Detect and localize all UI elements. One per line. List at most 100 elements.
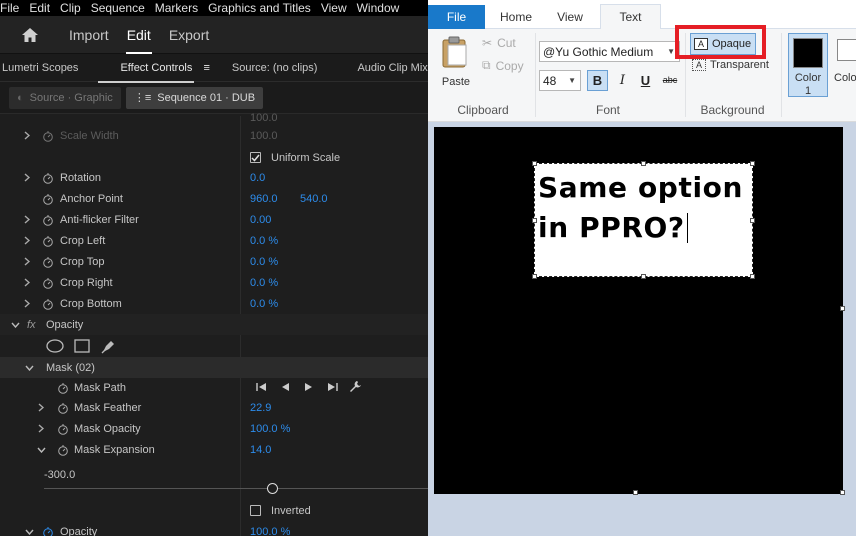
chevron-right-icon[interactable]: [22, 131, 32, 141]
resize-handle[interactable]: [641, 161, 646, 166]
mask-expansion-slider-track[interactable]: [44, 488, 428, 489]
paste-button[interactable]: Paste: [438, 35, 474, 88]
menu-view[interactable]: View: [317, 1, 357, 15]
crop-left-value[interactable]: 0.0 %: [250, 235, 278, 247]
menu-sequence[interactable]: Sequence: [87, 1, 155, 15]
workspace-import[interactable]: Import: [60, 27, 118, 43]
sequence-chip[interactable]: ⋮≡ Sequence 01 · DUB: [125, 86, 264, 109]
crop-bottom-value[interactable]: 0.0 %: [250, 298, 278, 310]
copy-button[interactable]: ⧉ Copy: [482, 58, 524, 73]
panel-menu-icon[interactable]: ≡: [203, 62, 209, 74]
chevron-right-icon[interactable]: [22, 173, 32, 183]
ellipse-mask-icon[interactable]: [46, 339, 64, 353]
scale-width-value[interactable]: 100.0: [250, 130, 278, 142]
mask-feather-value[interactable]: 22.9: [250, 402, 271, 414]
tab-home[interactable]: Home: [490, 5, 542, 29]
scale-height-value[interactable]: 100.0: [250, 112, 278, 124]
tab-source[interactable]: Source: (no clips): [220, 62, 328, 74]
stopwatch-icon[interactable]: [42, 298, 54, 310]
chevron-right-icon[interactable]: [22, 278, 32, 288]
mask-expansion-value[interactable]: 14.0: [250, 444, 271, 456]
tab-audio-clip-mixer[interactable]: Audio Clip Mixer: [327, 62, 428, 74]
resize-handle[interactable]: [750, 161, 755, 166]
menu-window[interactable]: Window: [353, 1, 410, 15]
workspace-export[interactable]: Export: [160, 27, 218, 43]
menu-edit[interactable]: Edit: [25, 1, 60, 15]
resize-handle[interactable]: [532, 218, 537, 223]
chevron-down-icon[interactable]: [36, 445, 46, 455]
inverted-checkbox[interactable]: [250, 505, 261, 516]
track-forward-frame-icon[interactable]: [327, 382, 339, 392]
mask-opacity-value[interactable]: 100.0 %: [250, 423, 290, 435]
stopwatch-icon[interactable]: [57, 382, 69, 394]
mask-02-header[interactable]: Mask (02): [0, 357, 428, 378]
stopwatch-icon[interactable]: [42, 235, 54, 247]
resize-handle[interactable]: [750, 274, 755, 279]
canvas-resize-handle[interactable]: [840, 490, 845, 495]
font-family-select[interactable]: @Yu Gothic Medium ▼: [539, 41, 680, 62]
opacity-effect-header[interactable]: fx Opacity: [0, 314, 428, 335]
crop-top-value[interactable]: 0.0 %: [250, 256, 278, 268]
chevron-right-icon[interactable]: [36, 403, 46, 413]
transparent-button[interactable]: A Transparent: [692, 59, 769, 71]
stopwatch-icon[interactable]: [42, 526, 54, 536]
stopwatch-icon[interactable]: [57, 444, 69, 456]
stopwatch-icon[interactable]: [42, 214, 54, 226]
stopwatch-icon[interactable]: [42, 130, 54, 142]
tab-effect-controls[interactable]: Effect Controls ≡: [88, 62, 219, 83]
drawing-canvas[interactable]: Same option in PPRO?: [434, 127, 843, 494]
tab-text[interactable]: Text: [600, 4, 661, 29]
source-graphic-chip[interactable]: ◐ Source · Graphic: [9, 86, 121, 109]
menu-clip[interactable]: Clip: [56, 1, 91, 15]
tab-view[interactable]: View: [544, 5, 596, 29]
chevron-right-icon[interactable]: [22, 257, 32, 267]
fx-badge[interactable]: fx: [27, 319, 36, 331]
chevron-right-icon[interactable]: [36, 424, 46, 434]
chevron-right-icon[interactable]: [22, 236, 32, 246]
stopwatch-icon[interactable]: [57, 402, 69, 414]
tab-file[interactable]: File: [428, 5, 485, 29]
stopwatch-icon[interactable]: [42, 256, 54, 268]
resize-handle[interactable]: [750, 218, 755, 223]
menu-markers[interactable]: Markers: [151, 1, 208, 15]
stopwatch-icon[interactable]: [57, 423, 69, 435]
chevron-down-icon[interactable]: [24, 527, 34, 536]
chevron-down-icon[interactable]: [24, 363, 34, 373]
color2-button[interactable]: Colo: [834, 39, 856, 99]
mask-expansion-slider-thumb[interactable]: [267, 483, 278, 494]
strikethrough-button[interactable]: abc: [658, 70, 682, 91]
text-box[interactable]: Same option in PPRO?: [532, 161, 755, 279]
anti-flicker-value[interactable]: 0.00: [250, 214, 271, 226]
stopwatch-icon[interactable]: [42, 193, 54, 205]
resize-handle[interactable]: [532, 274, 537, 279]
workspace-edit[interactable]: Edit: [118, 27, 160, 54]
underline-button[interactable]: U: [635, 70, 656, 91]
chevron-down-icon[interactable]: [10, 320, 20, 330]
tab-lumetri-scopes[interactable]: Lumetri Scopes: [0, 62, 88, 74]
track-forward-icon[interactable]: [304, 382, 314, 392]
resize-handle[interactable]: [532, 161, 537, 166]
home-button[interactable]: [0, 27, 60, 43]
uniform-scale-checkbox[interactable]: [250, 152, 261, 163]
stopwatch-icon[interactable]: [42, 277, 54, 289]
opacity-value[interactable]: 100.0 %: [250, 526, 290, 536]
cut-button[interactable]: ✂ Cut: [482, 36, 516, 50]
font-size-select[interactable]: 48 ▼: [539, 70, 581, 91]
track-backward-icon[interactable]: [280, 382, 290, 392]
track-backward-frame-icon[interactable]: [255, 382, 267, 392]
rectangle-mask-icon[interactable]: [74, 339, 90, 353]
pen-mask-icon[interactable]: [100, 337, 118, 355]
chevron-right-icon[interactable]: [22, 215, 32, 225]
chevron-right-icon[interactable]: [22, 299, 32, 309]
anchor-point-y-value[interactable]: 540.0: [300, 193, 328, 205]
italic-button[interactable]: I: [612, 70, 633, 91]
menu-graphics-and-titles[interactable]: Graphics and Titles: [204, 1, 321, 15]
stopwatch-icon[interactable]: [42, 172, 54, 184]
rotation-value[interactable]: 0.0: [250, 172, 265, 184]
resize-handle[interactable]: [641, 274, 646, 279]
bold-button[interactable]: B: [587, 70, 608, 91]
canvas-resize-handle[interactable]: [840, 306, 845, 311]
crop-right-value[interactable]: 0.0 %: [250, 277, 278, 289]
canvas-resize-handle[interactable]: [633, 490, 638, 495]
wrench-icon[interactable]: [349, 380, 362, 393]
